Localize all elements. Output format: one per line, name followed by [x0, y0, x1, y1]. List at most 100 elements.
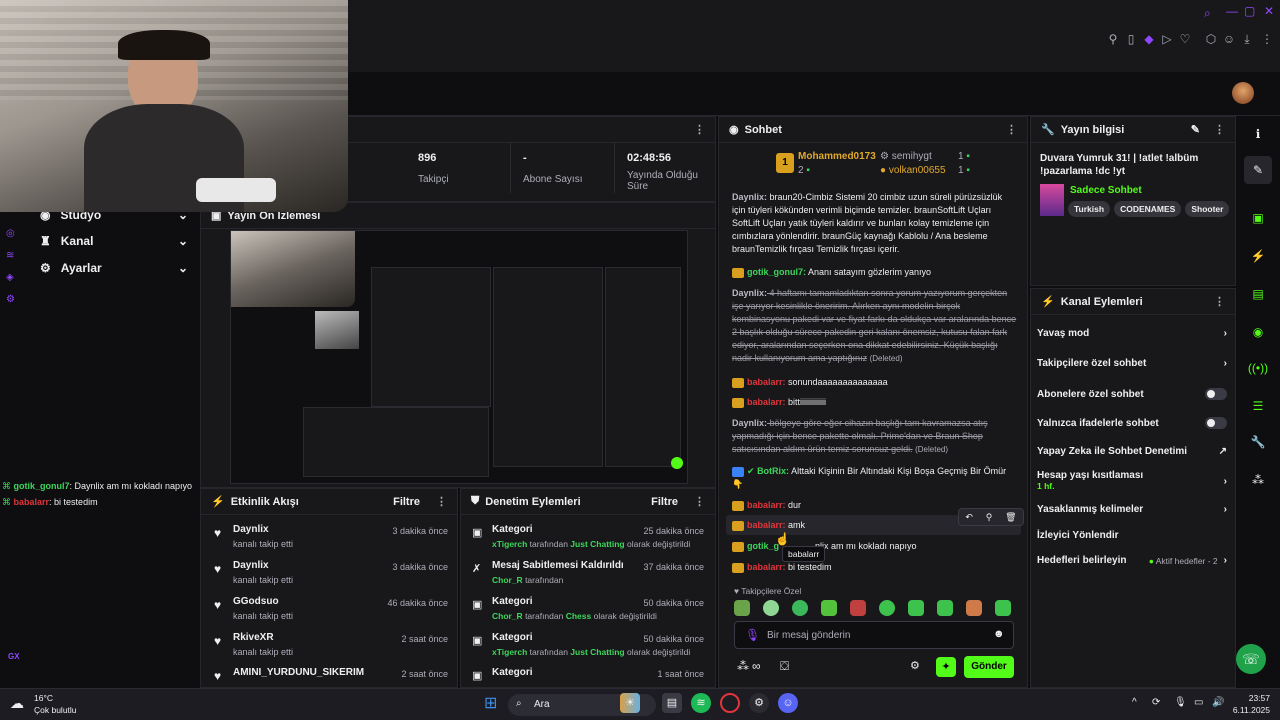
category-name[interactable]: Sadece Sohbet: [1070, 185, 1142, 196]
pencil-icon[interactable]: ✎: [1191, 123, 1200, 136]
opera-gx-icon[interactable]: [720, 693, 740, 713]
bolt-icon[interactable]: ⚡: [1244, 242, 1272, 270]
monitor-icon[interactable]: ▭: [1194, 697, 1203, 708]
emote-icon[interactable]: [908, 600, 924, 616]
rewards-icon[interactable]: ✦: [936, 657, 956, 677]
cloud-icon[interactable]: ☁: [10, 695, 24, 712]
chat-message[interactable]: babalarr: bi testedim: [732, 561, 1017, 574]
chat-message[interactable]: gotik_gonul7: Ananı satayım gözlerim yan…: [732, 266, 1017, 279]
infinity-icon[interactable]: ∞: [752, 659, 761, 673]
avatar[interactable]: [1232, 82, 1254, 104]
emote-icon[interactable]: [995, 600, 1011, 616]
gear-icon[interactable]: ⚙: [910, 659, 920, 672]
widgets-icon[interactable]: ☀: [620, 693, 640, 713]
pin-icon[interactable]: ⚲: [1106, 32, 1120, 46]
moderation-filter-button[interactable]: Filtre: [651, 496, 678, 508]
more-icon[interactable]: ⋮: [694, 123, 705, 136]
list-icon[interactable]: ☰: [1244, 392, 1272, 420]
menu-icon[interactable]: ⋮: [1260, 32, 1274, 46]
circle-icon[interactable]: ◎: [6, 228, 20, 250]
toggle-switch[interactable]: [1205, 388, 1227, 400]
mic-icon[interactable]: 🎙: [745, 628, 760, 642]
minimize-icon[interactable]: —: [1226, 4, 1238, 18]
chat-message[interactable]: babalarr: bittiiiiiiiiiiiii: [732, 396, 1017, 409]
trash-icon[interactable]: 🗑: [1005, 512, 1016, 523]
steam-icon[interactable]: ⚙: [749, 693, 769, 713]
support-button[interactable]: ☏: [1236, 644, 1266, 674]
leader-name[interactable]: ⚙ semihygt: [880, 151, 932, 162]
extension-icon[interactable]: ⬡: [1204, 32, 1218, 46]
raid-action[interactable]: İzleyici Yönlendir: [1037, 530, 1227, 541]
shield-icon[interactable]: ◆: [1142, 32, 1156, 46]
sync-icon[interactable]: ⟳: [1152, 697, 1160, 708]
profile-icon[interactable]: ☺: [1222, 32, 1236, 46]
chat-message[interactable]: babalarr: sonundaaaaaaaaaaaaaa: [732, 376, 1017, 389]
settings-icon[interactable]: ⚙: [6, 294, 20, 316]
info-icon[interactable]: ℹ: [1244, 120, 1272, 148]
chat-input[interactable]: 🎙 Bir mesaj gönderin ☻: [734, 621, 1014, 649]
leader-name[interactable]: Mohammed0173: [798, 151, 876, 162]
chat-message[interactable]: Daynlix: bölgeye göre eğer cihazın başlı…: [732, 417, 1017, 459]
send-button[interactable]: Gönder: [964, 656, 1014, 678]
banned-words-action[interactable]: Yasaklanmış kelimeler ›: [1037, 504, 1227, 515]
tag[interactable]: CODENAMES: [1114, 201, 1182, 217]
users-icon[interactable]: ⁂: [1244, 466, 1272, 494]
chat-icon[interactable]: ◉: [1244, 318, 1272, 346]
emote-icon[interactable]: [937, 600, 953, 616]
more-icon[interactable]: ⋮: [1214, 295, 1225, 308]
goals-action[interactable]: Hedefleri belirleyin ● Aktif hedefler - 2…: [1037, 555, 1227, 566]
emote-icon[interactable]: [763, 600, 779, 616]
search-icon[interactable]: ⌕: [1204, 6, 1211, 21]
subscriber-chat-action[interactable]: Abonelere özel sohbet: [1037, 388, 1227, 400]
reply-icon[interactable]: ↶: [965, 512, 973, 523]
sidebar-item-settings[interactable]: ⚙ Ayarlar ⌄: [40, 261, 188, 275]
slow-mode-action[interactable]: Yavaş mod ›: [1037, 328, 1227, 339]
emote-icon[interactable]: [821, 600, 837, 616]
spotify-icon[interactable]: ≋: [691, 693, 711, 713]
discord-icon[interactable]: ☺: [778, 693, 798, 713]
heart-icon[interactable]: ♡: [1178, 32, 1192, 46]
chat-icon[interactable]: ◈: [6, 272, 20, 294]
document-icon[interactable]: ▤: [1244, 280, 1272, 308]
bookmark-icon[interactable]: ▯: [1124, 32, 1138, 46]
broadcast-icon[interactable]: ((•)): [1244, 354, 1272, 382]
wave-icon[interactable]: ≋: [6, 250, 20, 272]
leader-name[interactable]: ● volkan00655: [880, 165, 946, 176]
pin-icon[interactable]: ⚲: [986, 512, 993, 523]
scan-icon[interactable]: ▣: [1244, 204, 1272, 232]
chat-message[interactable]: Daynlix: 4 haftamı tamamladıktan sonra y…: [732, 287, 1017, 369]
more-icon[interactable]: ⋮: [1006, 123, 1017, 136]
mic-icon[interactable]: 🎙: [1174, 697, 1187, 708]
emote-icon[interactable]: [792, 600, 808, 616]
chevron-up-icon[interactable]: ^: [1132, 697, 1137, 708]
sidebar-item-channel[interactable]: ♜ Kanal ⌄: [40, 234, 188, 248]
stream-preview-video[interactable]: [230, 230, 688, 484]
tag[interactable]: Turkish: [1068, 201, 1111, 217]
maximize-icon[interactable]: ▢: [1244, 4, 1255, 18]
emote-only-action[interactable]: Yalnızca ifadelerle sohbet: [1037, 417, 1227, 429]
more-icon[interactable]: ⋮: [436, 495, 447, 508]
play-icon[interactable]: ▷: [1160, 32, 1174, 46]
more-icon[interactable]: ⋮: [1214, 123, 1225, 136]
ai-moderation-action[interactable]: Yapay Zeka ile Sohbet Denetimi ↗: [1037, 446, 1227, 457]
wrench-icon[interactable]: 🔧: [1244, 428, 1272, 456]
windows-start-icon[interactable]: ⊞: [484, 695, 502, 713]
users-icon[interactable]: ⁂: [737, 659, 749, 673]
follower-chat-action[interactable]: Takipçilere özel sohbet ›: [1037, 358, 1227, 369]
chat-message[interactable]: Daynlix: braun20-Cimbiz Sistemi 20 cimbi…: [732, 191, 1017, 261]
emoji-icon[interactable]: ☻: [993, 628, 1005, 640]
more-icon[interactable]: ⋮: [694, 495, 705, 508]
toggle-switch[interactable]: [1205, 417, 1227, 429]
account-age-action[interactable]: Hesap yaşı kısıtlaması 1 hf. ›: [1037, 470, 1227, 492]
gift-icon[interactable]: ⛋: [780, 659, 789, 674]
download-icon[interactable]: ⤓: [1240, 32, 1254, 46]
emote-icon[interactable]: [734, 600, 750, 616]
emote-icon[interactable]: [966, 600, 982, 616]
chat-message[interactable]: ✔ BotRix: Alttaki Kişinin Bir Altındaki …: [732, 465, 1017, 491]
emote-icon[interactable]: [879, 600, 895, 616]
tag[interactable]: Shooter: [1185, 201, 1230, 217]
pencil-icon[interactable]: ✎: [1244, 156, 1272, 184]
file-explorer-icon[interactable]: ▤: [662, 693, 682, 713]
emote-icon[interactable]: [850, 600, 866, 616]
activity-filter-button[interactable]: Filtre: [393, 496, 420, 508]
